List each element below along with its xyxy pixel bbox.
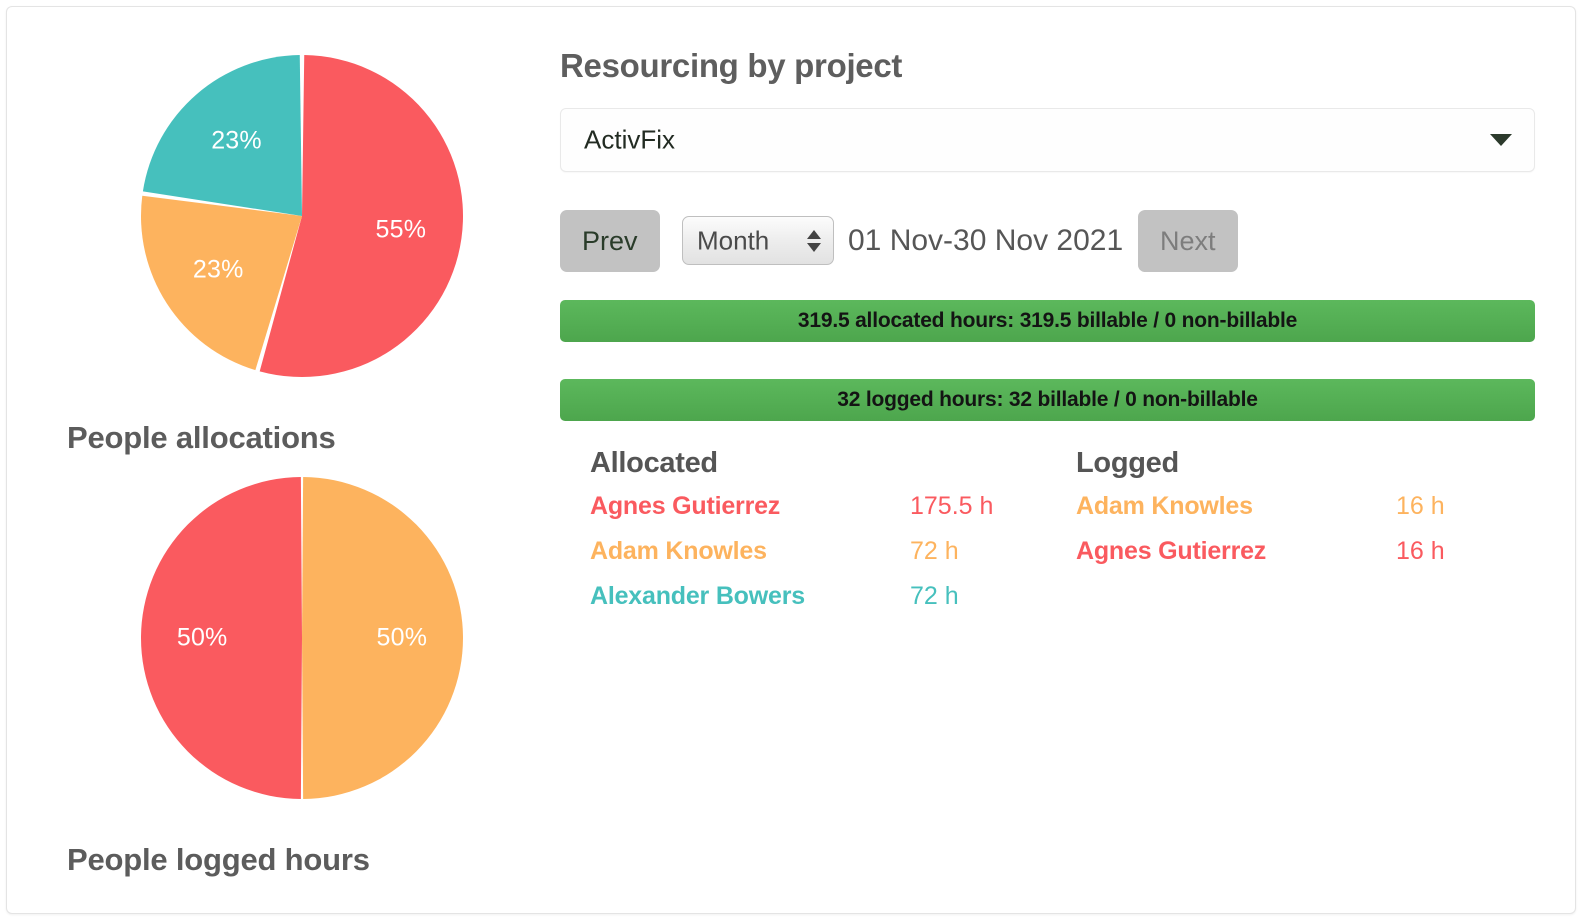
period-navigation: Prev Month 01 Nov-30 Nov 2021 Next [560, 210, 1535, 272]
logged-heading: Logged [1076, 447, 1179, 479]
project-select-value: ActivFix [584, 124, 675, 155]
pie-slice[interactable] [141, 477, 302, 799]
pie-slice[interactable] [142, 55, 302, 217]
breakdown-row: Alexander Bowers 72 h [590, 582, 1030, 627]
person-hours: 16 h [1396, 537, 1445, 565]
person-hours: 72 h [910, 537, 959, 565]
people-allocations-caption: People allocations [67, 420, 336, 455]
logged-rows: Adam Knowles 16 h Agnes Gutierrez 16 h [1076, 492, 1516, 582]
breakdown-row: Adam Knowles 72 h [590, 537, 1030, 582]
stepper-arrows-icon [807, 229, 821, 252]
people-logged-hours-chart: 50% 50% People logged hours [7, 477, 512, 877]
allocated-hours-summary-bar: 319.5 allocated hours: 319.5 billable / … [560, 300, 1535, 342]
allocated-rows: Agnes Gutierrez 175.5 h Adam Knowles 72 h Al… [590, 492, 1030, 627]
logged-breakdown-column: Logged Adam Knowles 16 h Agnes Gutierrez 16… [1076, 447, 1516, 582]
page-title: Resourcing by project [560, 47, 903, 84]
person-name: Agnes Gutierrez [590, 492, 781, 520]
period-unit-value: Month [697, 225, 770, 255]
pie-svg [141, 55, 463, 377]
person-name: Alexander Bowers [590, 582, 805, 610]
pie-svg [141, 477, 463, 799]
period-range-label: 01 Nov-30 Nov 2021 [848, 224, 1124, 257]
resourcing-panel: Resourcing by project ActivFix Prev Mont… [553, 7, 1569, 913]
breakdown-row: Agnes Gutierrez 175.5 h [590, 492, 1030, 537]
breakdown-row: Agnes Gutierrez 16 h [1076, 537, 1516, 582]
person-name: Adam Knowles [590, 537, 767, 565]
chevron-down-icon [1490, 134, 1512, 146]
person-hours: 16 h [1396, 492, 1445, 520]
period-unit-select[interactable]: Month [682, 216, 834, 265]
prev-button[interactable]: Prev [560, 210, 660, 272]
project-select[interactable]: ActivFix [560, 108, 1535, 172]
resourcing-card: 55% 23% 23% People allocations 50% 50% Peop… [6, 6, 1576, 914]
allocated-heading: Allocated [590, 447, 718, 479]
next-button[interactable]: Next [1138, 210, 1238, 272]
people-logged-hours-caption: People logged hours [67, 842, 370, 877]
breakdown-row: Adam Knowles 16 h [1076, 492, 1516, 537]
pie-slice[interactable] [302, 477, 463, 799]
person-name: Agnes Gutierrez [1076, 537, 1267, 565]
charts-column: 55% 23% 23% People allocations 50% 50% Peop… [7, 7, 512, 913]
person-name: Adam Knowles [1076, 492, 1253, 520]
person-hours: 175.5 h [910, 492, 994, 520]
allocated-breakdown-column: Allocated Agnes Gutierrez 175.5 h Adam Kno… [590, 447, 1030, 627]
person-hours: 72 h [910, 582, 959, 610]
people-logged-hours-pie: 50% 50% [141, 477, 463, 799]
logged-hours-summary-bar: 32 logged hours: 32 billable / 0 non-bil… [560, 379, 1535, 421]
people-allocations-chart: 55% 23% 23% People allocations [7, 55, 512, 455]
people-allocations-pie: 55% 23% 23% [141, 55, 463, 377]
